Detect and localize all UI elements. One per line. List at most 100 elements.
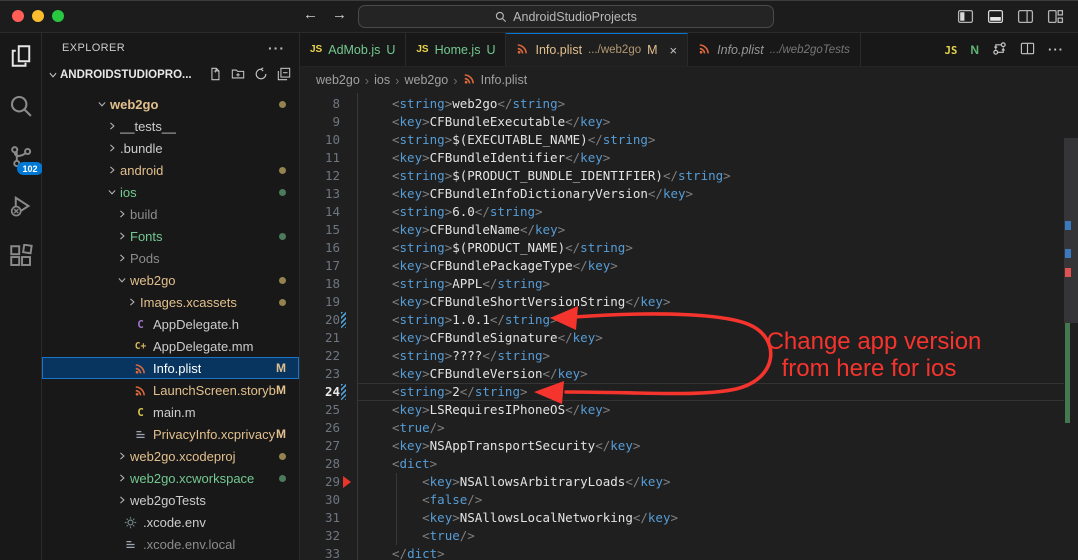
new-file-icon[interactable]	[208, 67, 222, 84]
tree-item-build[interactable]: build	[42, 203, 299, 225]
breadcrumb-item[interactable]: ios	[374, 73, 390, 87]
activity-item-run-debug[interactable]	[7, 193, 35, 221]
tree-item-launchscreen-storyboard[interactable]: LaunchScreen.storyboardM	[42, 379, 299, 401]
new-folder-icon[interactable]	[231, 67, 245, 84]
tab-home-js[interactable]: JSHome.jsU	[406, 33, 506, 66]
customize-layout-icon[interactable]	[1047, 8, 1064, 25]
code-text: <key>NSAllowsLocalNetworking</key>	[358, 509, 678, 527]
git-dot	[279, 167, 286, 174]
breadcrumb-separator: ›	[395, 73, 399, 88]
tree-item-appdelegate-h[interactable]: CAppDelegate.h	[42, 313, 299, 335]
breadcrumb-item[interactable]: web2go	[316, 73, 360, 87]
activity-item-source-control[interactable]: 102	[7, 143, 35, 171]
code-editor[interactable]: 8<string>web2go</string>9<key>CFBundleEx…	[300, 93, 1078, 560]
activity-item-extensions[interactable]	[7, 243, 35, 271]
line-number: 12	[300, 167, 358, 185]
back-icon[interactable]: ←	[303, 6, 318, 23]
tree-item-pods[interactable]: Pods	[42, 247, 299, 269]
line-number: 17	[300, 257, 358, 275]
git-dot	[279, 299, 286, 306]
item-label: main.m	[153, 405, 196, 420]
chevron-right-icon	[114, 209, 130, 219]
git-dot	[279, 453, 286, 460]
refresh-icon[interactable]	[254, 67, 268, 84]
tree-item-android[interactable]: android	[42, 159, 299, 181]
c-yellow-icon: C	[132, 406, 149, 419]
close-tab-icon[interactable]: ×	[670, 43, 678, 58]
open-changes-icon[interactable]	[992, 41, 1007, 59]
current-line-highlight	[358, 383, 1064, 401]
node-icon[interactable]: N	[970, 42, 979, 57]
tree-item-web2go-xcodeproj[interactable]: web2go.xcodeproj	[42, 445, 299, 467]
code-line-20: 20<string>1.0.1</string>	[300, 311, 1078, 329]
code-line-18: 18<string>APPL</string>	[300, 275, 1078, 293]
tree-item--tests-[interactable]: __tests__	[42, 115, 299, 137]
line-number: 21	[300, 329, 358, 347]
tree-item-info-plist[interactable]: Info.plistM	[42, 357, 299, 379]
vertical-scrollbar[interactable]	[1064, 93, 1078, 560]
tab-description: .../web2go	[588, 44, 641, 56]
chevron-down-icon	[48, 70, 58, 80]
minimize-button[interactable]	[32, 10, 44, 22]
toggle-secondary-sidebar-icon[interactable]	[1017, 8, 1034, 25]
code-line-16: 16<string>$(PRODUCT_NAME)</string>	[300, 239, 1078, 257]
code-text: <key>CFBundleSignature</key>	[358, 329, 603, 347]
js-runner-icon[interactable]: JS	[945, 42, 958, 57]
forward-icon[interactable]: →	[332, 6, 347, 23]
tree-item--bundle[interactable]: .bundle	[42, 137, 299, 159]
chevron-right-icon	[114, 451, 130, 461]
line-number: 15	[300, 221, 358, 239]
tree-item-web2gotests[interactable]: web2goTests	[42, 489, 299, 511]
tab-info-plist[interactable]: Info.plist.../web2goTests	[688, 33, 861, 66]
file-tree: web2go__tests__.bundleandroidiosbuildFon…	[42, 91, 299, 560]
chevron-right-icon	[124, 297, 140, 307]
tree-item-appdelegate-mm[interactable]: C+AppDelegate.mm	[42, 335, 299, 357]
tree-item--xcode-env-local[interactable]: .xcode.env.local	[42, 533, 299, 555]
sidebar-more-icon[interactable]: ···	[268, 40, 285, 56]
item-label: Images.xcassets	[140, 295, 237, 310]
toggle-panel-icon[interactable]	[987, 8, 1004, 25]
chevron-right-icon	[114, 473, 130, 483]
more-actions-icon[interactable]: ···	[1048, 42, 1064, 57]
tab-info-plist[interactable]: Info.plist.../web2goM×	[506, 33, 688, 66]
activity-item-search[interactable]	[7, 93, 35, 121]
plist-icon	[698, 42, 711, 58]
toggle-sidebar-icon[interactable]	[957, 8, 974, 25]
zoom-button[interactable]	[52, 10, 64, 22]
code-line-11: 11<key>CFBundleIdentifier</key>	[300, 149, 1078, 167]
tab-admob-js[interactable]: JSAdMob.jsU	[300, 33, 406, 66]
line-number: 13	[300, 185, 358, 203]
activity-item-explorer[interactable]	[7, 43, 35, 71]
chevron-right-icon	[114, 495, 130, 505]
collapse-all-icon[interactable]	[277, 67, 291, 84]
tab-label: Info.plist	[717, 43, 764, 57]
tree-item--xcode-env[interactable]: .xcode.env	[42, 511, 299, 533]
list-icon	[122, 538, 139, 551]
editor-actions: JS N ···	[931, 33, 1078, 66]
tree-item-podfile[interactable]: ◆Podfile	[42, 555, 299, 560]
breadcrumb-item[interactable]: web2go	[404, 73, 448, 87]
item-label: .xcode.env	[143, 515, 206, 530]
close-button[interactable]	[12, 10, 24, 22]
command-center-search[interactable]: AndroidStudioProjects	[358, 5, 774, 28]
line-number: 18	[300, 275, 358, 293]
sidebar-header: EXPLORER ···	[42, 33, 299, 63]
breadcrumb-file[interactable]: Info.plist	[481, 73, 528, 87]
workspace-section-header[interactable]: ANDROIDSTUDIOPRO...	[42, 63, 299, 87]
split-editor-icon[interactable]	[1020, 41, 1035, 59]
tree-item-fonts[interactable]: Fonts	[42, 225, 299, 247]
tree-item-web2go-xcworkspace[interactable]: web2go.xcworkspace	[42, 467, 299, 489]
git-dot	[279, 233, 286, 240]
breadcrumb-separator: ›	[453, 73, 457, 88]
tree-item-images-xcassets[interactable]: Images.xcassets	[42, 291, 299, 313]
code-line-23: 23<key>CFBundleVersion</key>	[300, 365, 1078, 383]
overview-ruler-mark	[1065, 268, 1071, 277]
scrollbar-slider[interactable]	[1064, 138, 1078, 323]
tree-item-web2go[interactable]: web2go	[42, 93, 299, 115]
code-text: <true/>	[358, 527, 475, 545]
tree-item-main-m[interactable]: Cmain.m	[42, 401, 299, 423]
code-text: <false/>	[358, 491, 482, 509]
tree-item-web2go[interactable]: web2go	[42, 269, 299, 291]
tree-item-privacyinfo-xcprivacy[interactable]: PrivacyInfo.xcprivacyM	[42, 423, 299, 445]
tree-item-ios[interactable]: ios	[42, 181, 299, 203]
